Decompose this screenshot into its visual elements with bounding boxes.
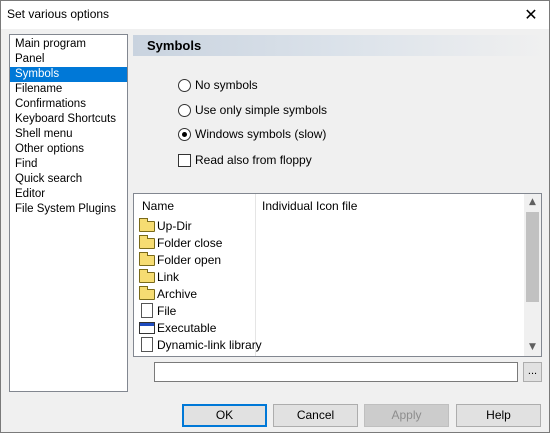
archive-folder-icon xyxy=(139,286,155,300)
sidebar-item-symbols[interactable]: Symbols xyxy=(10,67,127,82)
radio-simple-symbols-label: Use only simple symbols xyxy=(195,103,328,117)
list-item-folder-open[interactable]: Folder open xyxy=(139,251,221,268)
window-title: Set various options xyxy=(7,7,110,21)
list-item-up-dir[interactable]: Up-Dir xyxy=(139,217,192,234)
sidebar-item-file-system-plugins[interactable]: File System Plugins xyxy=(10,202,127,217)
list-item-label: Up-Dir xyxy=(157,218,192,233)
vertical-scrollbar[interactable]: ▲ ▼ xyxy=(524,194,541,356)
folder-open-icon xyxy=(139,252,155,266)
checkbox-icon[interactable] xyxy=(178,153,191,167)
radio-no-symbols[interactable]: No symbols xyxy=(178,77,258,93)
folder-link-icon xyxy=(139,269,155,283)
section-title: Symbols xyxy=(147,38,202,53)
checkbox-read-floppy-label: Read also from floppy xyxy=(195,153,312,167)
list-item-label: Executable xyxy=(157,320,217,335)
list-item-archive[interactable]: Archive xyxy=(139,285,197,302)
section-header: Symbols xyxy=(133,35,546,56)
scroll-up-icon[interactable]: ▲ xyxy=(524,194,541,211)
sidebar-item-filename[interactable]: Filename xyxy=(10,82,127,97)
list-item-file[interactable]: File xyxy=(139,302,176,319)
executable-icon xyxy=(139,321,155,334)
sidebar-item-find[interactable]: Find xyxy=(10,157,127,172)
file-icon xyxy=(141,303,153,318)
sidebar-item-panel[interactable]: Panel xyxy=(10,52,127,67)
column-header-icon-file[interactable]: Individual Icon file xyxy=(262,199,357,213)
list-item-folder-close[interactable]: Folder close xyxy=(139,234,222,251)
sidebar-item-quick-search[interactable]: Quick search xyxy=(10,172,127,187)
icon-file-path-input[interactable] xyxy=(154,362,518,382)
cancel-button[interactable]: Cancel xyxy=(273,404,358,427)
radio-simple-symbols[interactable]: Use only simple symbols xyxy=(178,102,327,118)
list-item-label: Folder close xyxy=(157,235,223,250)
apply-button[interactable]: Apply xyxy=(364,404,449,427)
icon-list-header: Name Individual Icon file xyxy=(134,194,524,216)
list-item-label: Link xyxy=(157,269,180,284)
browse-button[interactable]: ... xyxy=(523,362,542,382)
list-item-label: Archive xyxy=(157,286,198,301)
checkbox-read-floppy[interactable]: Read also from floppy xyxy=(178,152,312,168)
sidebar-item-keyboard-shortcuts[interactable]: Keyboard Shortcuts xyxy=(10,112,127,127)
options-dialog: Set various options ✕ Main program Panel… xyxy=(0,0,550,433)
list-item-dll[interactable]: Dynamic-link library xyxy=(139,336,262,353)
radio-button-icon[interactable] xyxy=(178,103,191,117)
icon-list[interactable]: Name Individual Icon file Up-Dir Folder … xyxy=(133,193,542,357)
sidebar-item-confirmations[interactable]: Confirmations xyxy=(10,97,127,112)
up-folder-icon xyxy=(139,218,155,232)
radio-windows-symbols-label: Windows symbols (slow) xyxy=(195,127,327,141)
radio-no-symbols-label: No symbols xyxy=(195,78,258,92)
list-item-link[interactable]: Link xyxy=(139,268,179,285)
sidebar-item-other-options[interactable]: Other options xyxy=(10,142,127,157)
list-item-label: Dynamic-link library xyxy=(157,337,262,352)
options-category-list[interactable]: Main program Panel Symbols Filename Conf… xyxy=(9,34,128,392)
dll-icon xyxy=(141,337,153,352)
radio-windows-symbols[interactable]: Windows symbols (slow) xyxy=(178,126,326,142)
sidebar-item-editor[interactable]: Editor xyxy=(10,187,127,202)
sidebar-item-shell-menu[interactable]: Shell menu xyxy=(10,127,127,142)
radio-button-icon[interactable] xyxy=(178,78,191,92)
ok-button[interactable]: OK xyxy=(182,404,267,427)
column-divider xyxy=(255,194,256,356)
scroll-thumb[interactable] xyxy=(526,212,539,302)
list-item-label: File xyxy=(157,303,177,318)
title-bar: Set various options ✕ xyxy=(1,1,549,29)
sidebar-item-main-program[interactable]: Main program xyxy=(10,37,127,52)
list-item-label: Folder open xyxy=(157,252,222,267)
folder-closed-icon xyxy=(139,235,155,249)
column-header-name[interactable]: Name xyxy=(142,199,174,213)
scroll-down-icon[interactable]: ▼ xyxy=(524,339,541,356)
list-item-executable[interactable]: Executable xyxy=(139,319,216,336)
help-button[interactable]: Help xyxy=(456,404,541,427)
radio-button-selected-icon[interactable] xyxy=(178,127,191,141)
close-button[interactable]: ✕ xyxy=(521,5,541,25)
